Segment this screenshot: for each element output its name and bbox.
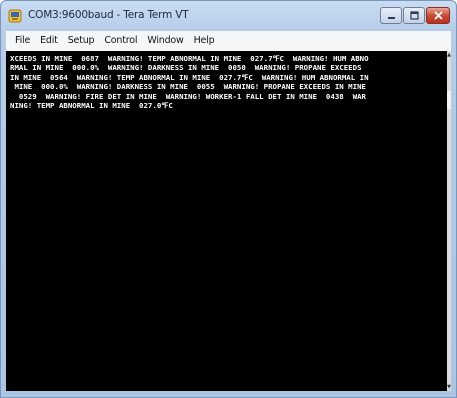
tera-term-window: COM3:9600baud - Tera Term VT File Edit S… — [0, 0, 457, 398]
terminal-screen[interactable]: XCEEDS IN MINE 0687 WARNING! TEMP ABNORM… — [6, 51, 451, 391]
terminal-line: NING! TEMP ABNORMAL IN MINE 027.0℉C — [10, 100, 173, 110]
maximize-icon — [409, 11, 419, 20]
window-title: COM3:9600baud - Tera Term VT — [28, 9, 189, 21]
close-icon — [434, 11, 442, 20]
terminal-line: MINE 000.0% WARNING! DARKNESS IN MINE 00… — [10, 82, 366, 92]
terminal-line: IN MINE 0564 WARNING! TEMP ABNORMAL IN M… — [10, 72, 369, 82]
scroll-down-arrow-icon[interactable]: ▼ — [447, 383, 451, 391]
terminal-line: 0529 WARNING! FIRE DET IN MINE WARNING! … — [10, 91, 366, 101]
scroll-thumb[interactable] — [447, 91, 451, 109]
minimize-icon — [387, 17, 395, 19]
menu-edit[interactable]: Edit — [35, 31, 63, 51]
menu-window[interactable]: Window — [142, 31, 188, 51]
menu-control[interactable]: Control — [99, 31, 142, 51]
scroll-up-arrow-icon[interactable]: ▲ — [447, 51, 451, 59]
close-button[interactable] — [426, 7, 450, 24]
menu-setup[interactable]: Setup — [63, 31, 100, 51]
terminal-output: XCEEDS IN MINE 0687 WARNING! TEMP ABNORM… — [10, 54, 443, 110]
maximize-button[interactable] — [403, 7, 425, 24]
menu-file[interactable]: File — [10, 31, 35, 51]
menu-bar: File Edit Setup Control Window Help — [6, 31, 451, 51]
minimize-button[interactable] — [380, 7, 402, 24]
menu-help[interactable]: Help — [189, 31, 220, 51]
title-bar[interactable]: COM3:9600baud - Tera Term VT — [1, 1, 456, 31]
vertical-scrollbar[interactable]: ▲ ▼ — [447, 51, 451, 391]
tera-term-app-icon[interactable] — [8, 9, 22, 23]
terminal-line: RMAL IN MINE 000.0% WARNING! DARKNESS IN… — [10, 63, 362, 73]
window-controls — [380, 7, 450, 26]
terminal-line: XCEEDS IN MINE 0687 WARNING! TEMP ABNORM… — [10, 54, 369, 63]
